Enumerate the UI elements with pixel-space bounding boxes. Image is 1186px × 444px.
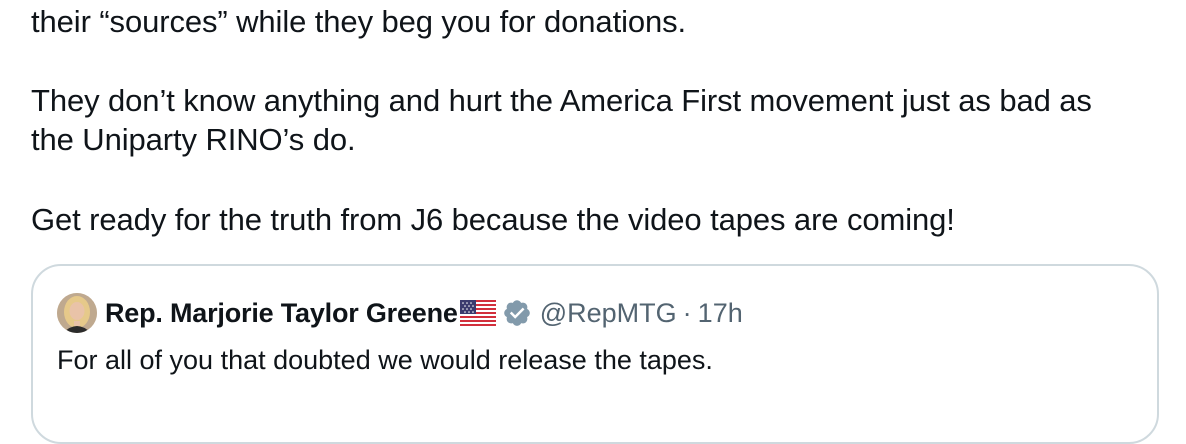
author-handle[interactable]: @RepMTG [540, 298, 677, 329]
tweet-text-line: their “sources” while they beg you for d… [31, 4, 687, 39]
quoted-tweet-header: Rep. Marjorie Taylor Greene @RepMTG · 17… [57, 293, 743, 333]
tweet-text-paragraph: Get ready for the truth from J6 because … [31, 202, 955, 237]
us-flag-icon [459, 300, 496, 326]
quoted-tweet-text: For all of you that doubted we would rel… [57, 345, 713, 375]
verified-badge-icon[interactable] [502, 298, 532, 328]
separator-dot: · [682, 297, 692, 328]
quoted-tweet-card[interactable]: Rep. Marjorie Taylor Greene @RepMTG · 17… [31, 264, 1159, 444]
avatar[interactable] [57, 293, 97, 333]
tweet-text-paragraph: They don’t know anything and hurt the Am… [31, 83, 1101, 157]
tweet-timestamp[interactable]: 17h [698, 298, 743, 329]
author-name[interactable]: Rep. Marjorie Taylor Greene [105, 298, 458, 329]
